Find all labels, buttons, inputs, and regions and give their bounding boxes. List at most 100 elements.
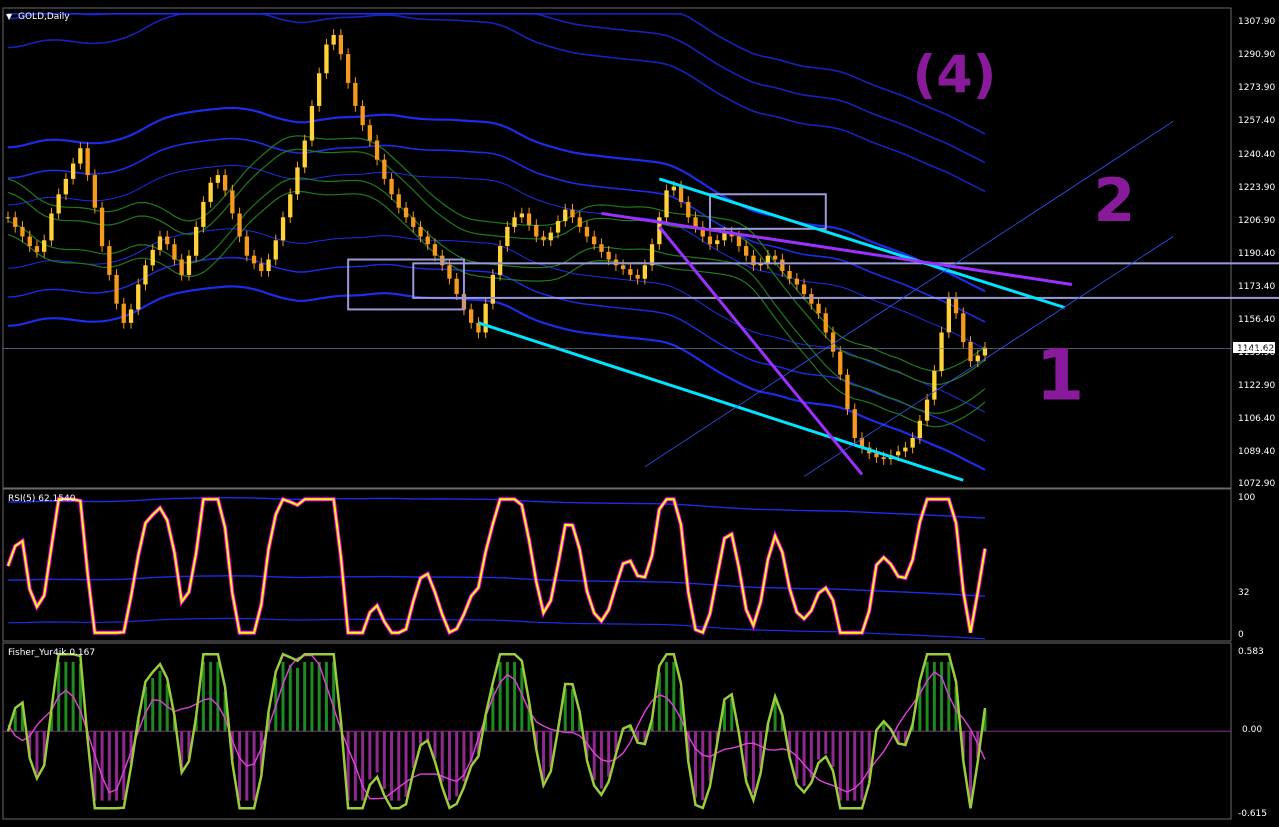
candle: [910, 438, 915, 448]
candle: [92, 175, 97, 208]
candle: [172, 244, 177, 260]
rsi-panel[interactable]: [2, 488, 1232, 642]
candle: [396, 194, 401, 208]
candle: [208, 182, 213, 202]
candle: [968, 342, 973, 362]
rsi-tick: 100: [1238, 493, 1255, 503]
candle: [584, 226, 590, 237]
candle: [765, 255, 770, 264]
chevron-down-icon[interactable]: ▼: [6, 12, 13, 21]
candle: [49, 213, 54, 241]
candle: [150, 249, 155, 266]
candle: [454, 278, 459, 295]
candle: [20, 226, 25, 237]
fisher-hist-bar: [672, 661, 676, 732]
candle: [389, 178, 394, 195]
fisher-hist-bar: [426, 731, 430, 740]
fisher-hist-bar: [701, 731, 705, 801]
fisher-hist-bar: [925, 661, 929, 732]
fisher-hist-bar: [845, 731, 849, 801]
fisher-hist-bar: [209, 661, 213, 732]
candle: [251, 255, 257, 264]
candle: [577, 217, 582, 227]
rsi-tick: 32: [1238, 588, 1249, 598]
candle: [896, 451, 901, 456]
candle: [664, 190, 669, 218]
candle: [780, 259, 785, 271]
candle: [787, 271, 792, 279]
y-tick: 1122.90: [1238, 381, 1275, 391]
candle: [736, 236, 742, 247]
fisher-hist-bar: [513, 661, 517, 732]
fisher-hist-bar: [607, 731, 611, 777]
trading-chart[interactable]: (4)24135 GOLD,Daily ▼ RSI(5) 62.1540 Fis…: [0, 0, 1279, 827]
chart-title: GOLD,Daily: [18, 12, 70, 22]
wave-label: 2: [1094, 166, 1136, 236]
fisher-hist-bar: [411, 731, 415, 768]
y-tick: 1307.90: [1238, 17, 1275, 27]
candle: [707, 236, 713, 245]
fisher-hist-bar: [216, 661, 220, 732]
y-tick: 1273.90: [1238, 83, 1275, 93]
candle: [143, 265, 148, 285]
candle: [338, 35, 343, 55]
fisher-hist-bar: [694, 731, 698, 798]
candle: [678, 186, 684, 202]
candle: [555, 221, 561, 233]
candle: [27, 236, 32, 247]
fisher-hist-bar: [252, 731, 256, 801]
candle: [534, 225, 539, 237]
fisher-hist-bar: [447, 731, 451, 801]
candle: [773, 255, 778, 260]
fisher-hist-bar: [831, 731, 835, 767]
candle: [881, 457, 886, 460]
candle: [548, 232, 553, 241]
candle: [367, 125, 372, 141]
candle: [223, 175, 228, 191]
candle: [816, 303, 821, 314]
candle: [99, 207, 105, 247]
candle: [794, 278, 799, 285]
fisher-title: Fisher_Yur4ik 0.167: [8, 648, 95, 658]
candle: [505, 226, 510, 247]
candle: [490, 274, 495, 304]
fisher-hist-bar: [64, 661, 68, 732]
candle: [563, 209, 568, 222]
candle: [686, 201, 691, 218]
candle: [374, 140, 380, 160]
wave-label: (4): [913, 46, 997, 106]
candle: [498, 246, 503, 275]
y-tick: 1139.90: [1238, 348, 1275, 358]
candle: [975, 355, 980, 362]
candle: [642, 265, 647, 279]
fisher-hist-bar: [382, 731, 386, 789]
candle: [541, 236, 546, 241]
candle: [324, 44, 329, 74]
candle: [215, 175, 220, 183]
candle: [838, 351, 843, 375]
candle: [382, 159, 387, 179]
candle: [744, 246, 749, 256]
candle: [715, 240, 720, 245]
candle: [244, 236, 249, 256]
y-tick: 1240.40: [1238, 150, 1275, 160]
candle: [693, 217, 698, 227]
candle: [939, 332, 944, 371]
candle: [71, 163, 76, 179]
candle: [179, 259, 184, 275]
candle: [469, 309, 474, 323]
candle: [519, 213, 524, 218]
candle: [432, 244, 438, 256]
fisher-hist-bar: [455, 731, 459, 797]
fisher-hist-bar: [281, 661, 285, 732]
fisher-hist-bar: [433, 731, 437, 759]
candle: [165, 236, 170, 245]
y-tick: 1072.90: [1238, 479, 1275, 489]
candle: [259, 263, 264, 272]
candle: [628, 269, 633, 275]
candle: [121, 303, 126, 323]
fisher-hist-bar: [520, 667, 524, 732]
fisher-tick: 0.583: [1238, 647, 1264, 657]
candle: [128, 309, 134, 323]
y-tick: 1156.40: [1238, 315, 1275, 325]
